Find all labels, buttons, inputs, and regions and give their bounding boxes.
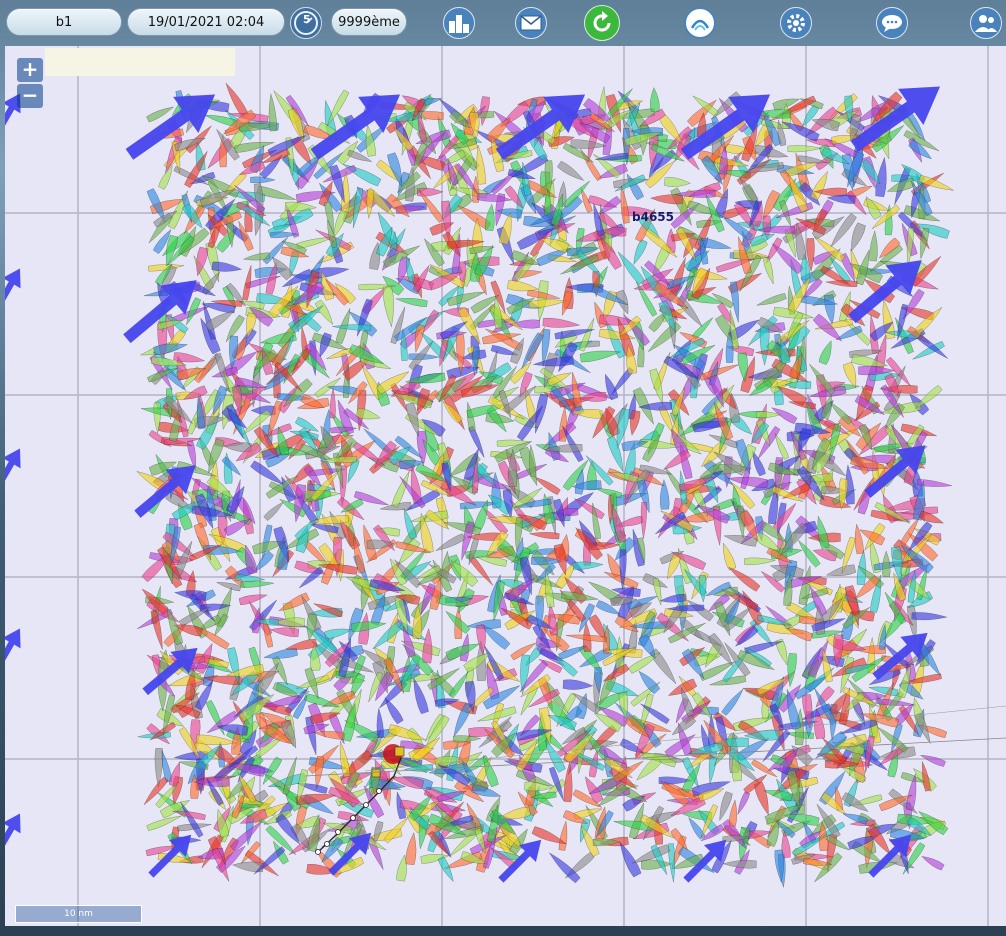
boat-marker[interactable] bbox=[911, 612, 948, 621]
timer-value: 5 bbox=[303, 13, 311, 26]
boat-marker[interactable] bbox=[409, 677, 429, 715]
wind-arrow bbox=[5, 628, 21, 673]
boat-marker[interactable] bbox=[722, 859, 757, 869]
boat-marker[interactable] bbox=[572, 561, 604, 570]
boat-marker[interactable] bbox=[630, 239, 648, 266]
top-toolbar: b1 19/01/2021 02:04 5 9999ème bbox=[0, 0, 1006, 46]
boat-marker[interactable] bbox=[400, 507, 417, 540]
boat-marker[interactable] bbox=[434, 533, 466, 554]
boat-marker[interactable] bbox=[284, 201, 317, 213]
chat-icon[interactable] bbox=[876, 7, 908, 39]
datetime-display[interactable]: 19/01/2021 02:04 bbox=[127, 8, 285, 36]
boat-marker[interactable] bbox=[719, 542, 737, 571]
boat-name-button[interactable]: b1 bbox=[6, 8, 122, 36]
boat-marker[interactable] bbox=[721, 687, 746, 716]
race-map[interactable]: + − b4655 10 nm bbox=[5, 46, 1006, 926]
boat-marker[interactable] bbox=[250, 176, 276, 184]
boat-marker[interactable] bbox=[744, 557, 777, 565]
boat-marker[interactable] bbox=[558, 820, 569, 851]
boat-marker[interactable] bbox=[917, 334, 950, 361]
boat-marker[interactable] bbox=[664, 177, 692, 188]
scale-bar: 10 nm bbox=[15, 905, 142, 923]
clock-icon[interactable]: 5 bbox=[290, 7, 322, 39]
boat-marker[interactable] bbox=[557, 160, 586, 184]
boat-marker[interactable] bbox=[332, 324, 372, 331]
boat-marker[interactable] bbox=[818, 339, 835, 365]
datetime-label: 19/01/2021 02:04 bbox=[147, 14, 265, 30]
boat-marker[interactable] bbox=[383, 815, 410, 844]
boat-marker[interactable] bbox=[562, 679, 594, 691]
boat-marker[interactable] bbox=[528, 297, 568, 309]
refresh-icon[interactable] bbox=[584, 5, 620, 41]
rank-label: 9999ème bbox=[338, 14, 400, 30]
boat-marker[interactable] bbox=[649, 87, 660, 112]
boat-marker[interactable] bbox=[222, 81, 249, 118]
boat-fleet[interactable] bbox=[134, 81, 954, 888]
boat-marker[interactable] bbox=[869, 230, 878, 262]
map-canvas[interactable] bbox=[5, 46, 1006, 926]
logo-icon[interactable] bbox=[684, 7, 716, 39]
boat-marker[interactable] bbox=[735, 791, 751, 816]
boat-marker[interactable] bbox=[405, 832, 419, 866]
boat-marker[interactable] bbox=[542, 317, 581, 329]
boat-marker[interactable] bbox=[763, 257, 777, 285]
boat-name-label: b1 bbox=[55, 14, 73, 30]
boat-marker[interactable] bbox=[422, 627, 433, 664]
boat-marker[interactable] bbox=[787, 145, 822, 153]
rank-display[interactable]: 9999ème bbox=[331, 8, 407, 36]
boat-marker[interactable] bbox=[756, 293, 787, 309]
scale-label: 10 nm bbox=[64, 909, 93, 919]
boat-marker[interactable] bbox=[329, 388, 336, 419]
boat-marker[interactable] bbox=[395, 295, 428, 307]
ranking-icon[interactable] bbox=[443, 7, 475, 39]
mail-icon[interactable] bbox=[515, 7, 547, 39]
boat-marker[interactable] bbox=[263, 500, 285, 521]
boat-label[interactable]: b4655 bbox=[632, 210, 674, 224]
wind-arrow bbox=[5, 448, 21, 493]
boat-marker[interactable] bbox=[920, 853, 945, 871]
boat-marker[interactable] bbox=[881, 550, 891, 577]
zoom-out-button[interactable]: − bbox=[17, 84, 43, 108]
boat-marker[interactable] bbox=[856, 549, 867, 586]
boat-marker[interactable] bbox=[238, 591, 268, 606]
wind-arrow bbox=[5, 268, 21, 313]
boat-marker[interactable] bbox=[634, 756, 662, 783]
boat-marker[interactable] bbox=[728, 799, 739, 827]
boat-marker[interactable] bbox=[810, 169, 832, 201]
boat-marker[interactable] bbox=[484, 203, 497, 232]
boat-marker[interactable] bbox=[314, 299, 337, 327]
boat-marker[interactable] bbox=[698, 575, 707, 603]
users-icon[interactable] bbox=[970, 7, 1002, 39]
info-strip bbox=[45, 48, 235, 76]
wind-arrow bbox=[5, 813, 21, 858]
zoom-in-button[interactable]: + bbox=[17, 58, 43, 82]
boat-marker[interactable] bbox=[652, 577, 663, 606]
boat-marker[interactable] bbox=[640, 501, 647, 539]
gear-icon[interactable] bbox=[780, 7, 812, 39]
boat-marker[interactable] bbox=[437, 856, 456, 883]
